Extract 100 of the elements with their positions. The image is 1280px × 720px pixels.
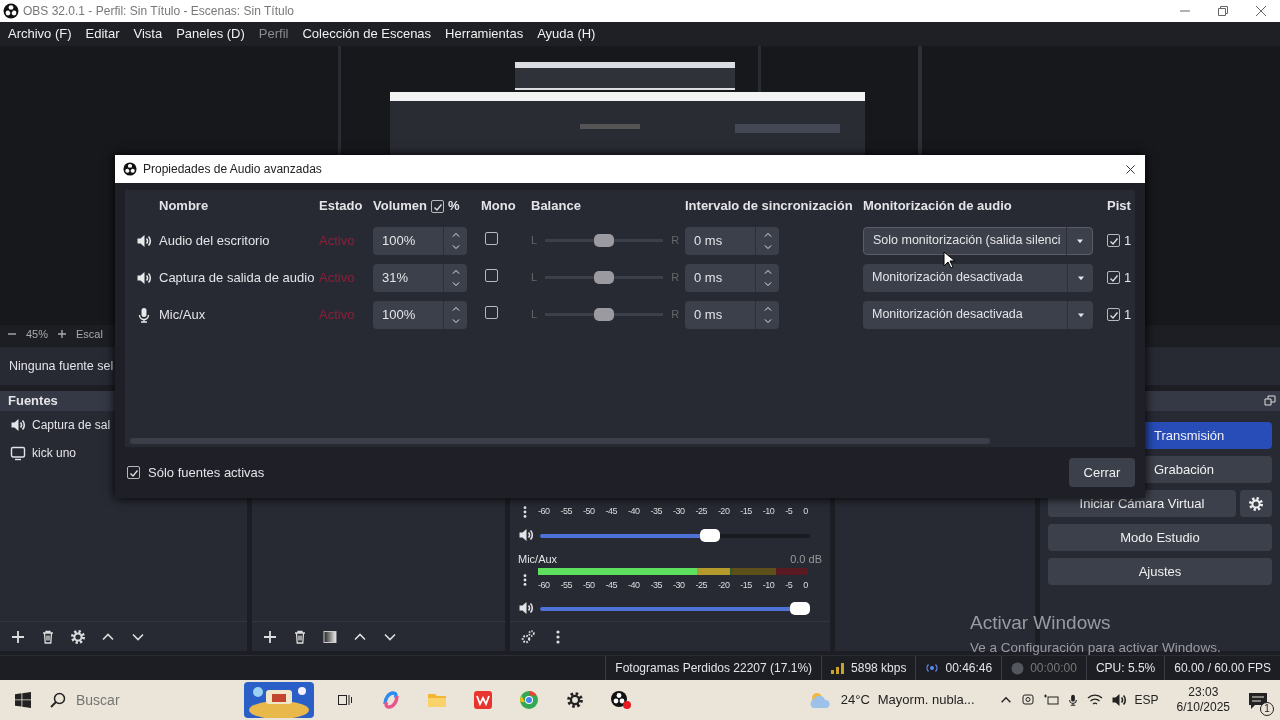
mic-icon[interactable] bbox=[1066, 692, 1079, 708]
checkbox-label: Sólo fuentes activas bbox=[148, 463, 265, 482]
column-header: % bbox=[447, 197, 460, 216]
activation-text: Ve a Configuración para activar Windows. bbox=[970, 638, 1221, 657]
menu-item[interactable]: Colección de Escenas bbox=[302, 24, 432, 44]
slider-thumb[interactable] bbox=[790, 601, 810, 615]
checkbox[interactable] bbox=[127, 466, 140, 479]
stream-time: 00:46:46 bbox=[945, 660, 993, 677]
db-reading: 0.0 dB bbox=[790, 552, 822, 567]
slider-thumb[interactable] bbox=[594, 234, 615, 247]
scale-label: -50 bbox=[582, 505, 595, 519]
weather-forecast: Mayorm. nubla... bbox=[877, 691, 975, 710]
scale-label: -35 bbox=[650, 578, 662, 592]
scale-label: -20 bbox=[717, 505, 730, 519]
wifi-icon[interactable] bbox=[1086, 693, 1103, 707]
menu-item[interactable]: Editar bbox=[85, 24, 120, 44]
menu-item[interactable]: Ayuda (H) bbox=[537, 24, 596, 44]
scale-label: -10 bbox=[762, 505, 775, 519]
column-header: Mono bbox=[481, 197, 517, 216]
status-text: Activo bbox=[319, 231, 356, 250]
right-label: R bbox=[671, 307, 680, 323]
language-indicator[interactable]: ESP bbox=[1134, 691, 1159, 709]
balance-slider[interactable] bbox=[545, 271, 664, 284]
control-button[interactable]: Ajustes bbox=[1048, 558, 1272, 585]
source-name: Mic/Aux bbox=[159, 305, 207, 324]
column-header: Balance bbox=[531, 197, 582, 216]
menu-item[interactable]: Herramientas bbox=[445, 24, 524, 44]
minus-icon[interactable] bbox=[8, 330, 16, 338]
column-header: Estado bbox=[319, 197, 364, 216]
status-text: Activo bbox=[319, 268, 356, 287]
monitoring-dropdown[interactable]: Monitorización desactivada bbox=[863, 263, 1093, 292]
scale-label: -30 bbox=[672, 505, 685, 519]
undock-icon[interactable] bbox=[1264, 395, 1276, 407]
checkbox[interactable] bbox=[485, 231, 498, 245]
channel-name: Mic/Aux bbox=[518, 552, 558, 567]
checkbox[interactable] bbox=[1107, 308, 1120, 321]
bitrate: 5898 kbps bbox=[851, 660, 907, 677]
scale-label: -60 bbox=[538, 578, 550, 592]
status-text: Activo bbox=[319, 305, 356, 324]
left-label: L bbox=[531, 270, 538, 286]
menu-item[interactable]: Vista bbox=[133, 24, 163, 44]
monitoring-dropdown[interactable]: Solo monitorización (salida silenci bbox=[863, 226, 1093, 255]
scale-label: -45 bbox=[605, 505, 617, 519]
notification-count: 1 bbox=[1260, 701, 1274, 716]
scale-label: 0 bbox=[803, 505, 808, 519]
control-button[interactable]: Modo Estudio bbox=[1048, 524, 1272, 551]
volume-slider[interactable] bbox=[540, 528, 810, 542]
checkbox[interactable] bbox=[1107, 234, 1120, 247]
slider-thumb[interactable] bbox=[594, 271, 615, 284]
zoom-level: 45% bbox=[26, 326, 49, 342]
search-field[interactable]: Buscar bbox=[74, 688, 214, 712]
track-label: 1 bbox=[1124, 268, 1132, 287]
volume-icon[interactable] bbox=[1110, 692, 1127, 708]
scale-label: -25 bbox=[695, 505, 707, 519]
checkbox[interactable] bbox=[485, 305, 498, 319]
volume-slider[interactable] bbox=[540, 601, 810, 615]
clock-date[interactable]: 6/10/2025 bbox=[1176, 700, 1230, 715]
scale-label: -55 bbox=[560, 578, 572, 592]
balance-slider[interactable] bbox=[545, 308, 664, 321]
restore-button[interactable] bbox=[1218, 6, 1228, 16]
camera-icon[interactable] bbox=[1020, 693, 1035, 707]
column-header: Intervalo de sincronización bbox=[685, 197, 854, 216]
obs-logo-icon bbox=[123, 162, 137, 176]
slider-thumb[interactable] bbox=[594, 308, 615, 321]
window-title: OBS 32.0.1 - Perfil: Sin Título - Escenas: Sin Título bbox=[23, 3, 294, 20]
notification-icon[interactable] bbox=[1248, 691, 1268, 710]
record-time: 00:00:00 bbox=[1030, 660, 1077, 677]
plug-icon[interactable] bbox=[1042, 693, 1059, 707]
column-header: Monitorización de audio bbox=[863, 197, 1013, 216]
checkbox[interactable] bbox=[430, 199, 444, 213]
scale-label: -10 bbox=[762, 578, 775, 592]
right-label: R bbox=[671, 270, 680, 286]
close-icon[interactable] bbox=[1124, 162, 1137, 176]
monitoring-dropdown[interactable]: Monitorización desactivada bbox=[863, 300, 1093, 329]
microphone-icon bbox=[136, 306, 152, 323]
speaker-icon bbox=[10, 417, 26, 433]
scale-label: -25 bbox=[695, 578, 707, 592]
temperature: 24°C bbox=[840, 691, 870, 710]
checkbox[interactable] bbox=[1107, 271, 1120, 284]
plus-icon[interactable] bbox=[58, 330, 67, 338]
speaker-icon[interactable] bbox=[518, 600, 534, 616]
close-button[interactable]: Cerrar bbox=[1069, 458, 1135, 487]
menu-item[interactable]: Paneles (D) bbox=[176, 24, 245, 44]
speaker-icon[interactable] bbox=[518, 527, 534, 543]
source-name: Audio del escritorio bbox=[159, 231, 271, 250]
source-item[interactable]: Captura de sal bbox=[6, 411, 115, 439]
scale-label: -45 bbox=[605, 578, 617, 592]
menu-item[interactable]: Archivo (F) bbox=[8, 24, 72, 44]
column-header: Nombre bbox=[159, 197, 210, 216]
clock-time[interactable]: 23:03 bbox=[1188, 685, 1219, 700]
balance-slider[interactable] bbox=[545, 234, 664, 247]
close-button[interactable] bbox=[1256, 6, 1266, 16]
scale-label: -55 bbox=[560, 505, 572, 519]
slider-thumb[interactable] bbox=[700, 528, 720, 542]
dialog-title: Propiedades de Audio avanzadas bbox=[143, 161, 322, 178]
source-item[interactable]: kick uno bbox=[6, 439, 81, 467]
checkbox[interactable] bbox=[485, 268, 498, 282]
obs-logo-icon bbox=[3, 3, 19, 19]
left-label: L bbox=[531, 307, 538, 323]
settings-button[interactable] bbox=[1240, 490, 1272, 517]
